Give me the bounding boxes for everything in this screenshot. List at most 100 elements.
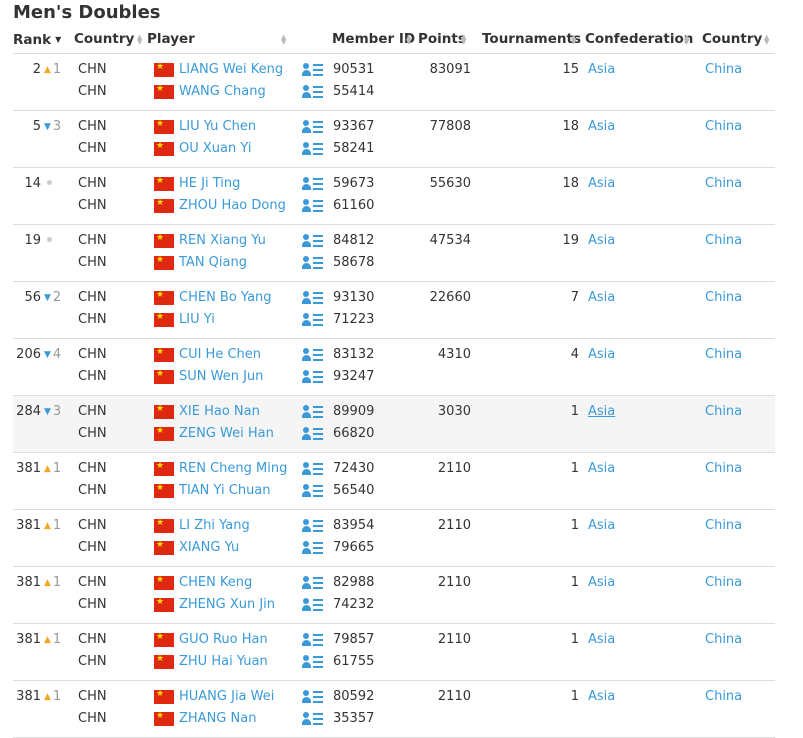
confederation-link[interactable]: Asia: [588, 347, 615, 363]
header-country[interactable]: Country: [74, 27, 134, 52]
country-link[interactable]: China: [705, 233, 742, 249]
player-name-link[interactable]: LIU Yu Chen: [179, 119, 256, 135]
player-name-link[interactable]: TAN Qiang: [179, 255, 247, 271]
player-profile-icon[interactable]: [302, 142, 324, 156]
confederation-link[interactable]: Asia: [588, 290, 615, 306]
player-profile-icon[interactable]: [302, 199, 324, 213]
sort-down-icon[interactable]: ▼: [281, 39, 286, 46]
player-name-link[interactable]: REN Cheng Ming: [179, 461, 287, 477]
player-name-link[interactable]: XIE Hao Nan: [179, 404, 260, 420]
header-points[interactable]: Points: [418, 27, 466, 52]
player-profile-icon[interactable]: [302, 519, 324, 533]
points-value: 2110: [437, 632, 471, 647]
player-profile-icon[interactable]: [302, 576, 324, 590]
player-name-link[interactable]: CHEN Bo Yang: [179, 290, 272, 306]
country-link[interactable]: China: [705, 575, 742, 591]
country-link[interactable]: China: [705, 461, 742, 477]
points-value: 2110: [437, 518, 471, 533]
sort-down-icon[interactable]: ▼: [461, 39, 466, 46]
player-profile-icon[interactable]: [302, 256, 324, 270]
player-name-link[interactable]: CUI He Chen: [179, 347, 261, 363]
confederation-link[interactable]: Asia: [588, 404, 615, 420]
player-profile-icon[interactable]: [302, 633, 324, 647]
player-profile-icon[interactable]: [302, 234, 324, 248]
points-value: 2110: [437, 689, 471, 704]
confederation-link[interactable]: Asia: [588, 632, 615, 648]
country-link[interactable]: China: [705, 176, 742, 192]
country-link[interactable]: China: [705, 518, 742, 534]
member-id: 93130: [333, 290, 375, 305]
player-country-code: CHN: [78, 540, 107, 555]
header-country-2[interactable]: Country: [702, 27, 762, 52]
player-profile-icon[interactable]: [302, 655, 324, 669]
player-profile-icon[interactable]: [302, 690, 324, 704]
country-link[interactable]: China: [705, 347, 742, 363]
player-name-link[interactable]: LIANG Wei Keng: [179, 62, 283, 78]
player-name-link[interactable]: LIU Yi: [179, 312, 215, 328]
player-name-link[interactable]: ZENG Wei Han: [179, 426, 274, 442]
tournaments-value: 18: [562, 176, 579, 191]
player-profile-icon[interactable]: [302, 712, 324, 726]
china-flag-icon: ★: [154, 462, 174, 476]
country-link[interactable]: China: [705, 632, 742, 648]
player-profile-icon[interactable]: [302, 405, 324, 419]
player-profile-icon[interactable]: [302, 427, 324, 441]
confederation-link[interactable]: Asia: [588, 461, 615, 477]
player-country-code: CHN: [78, 711, 107, 726]
player-name-link[interactable]: ZHOU Hao Dong: [179, 198, 286, 214]
player-name-link[interactable]: ZHU Hai Yuan: [179, 654, 268, 670]
sort-down-icon[interactable]: ▼: [764, 39, 769, 46]
table-row: 5 ▼ 3 CHN ★ LIU Yu Chen 93367 CHN ★ OU Xuan Yi 582…: [13, 111, 775, 168]
country-link[interactable]: China: [705, 404, 742, 420]
sort-down-icon[interactable]: ▼: [684, 39, 689, 46]
confederation-link[interactable]: Asia: [588, 119, 615, 135]
player-name-link[interactable]: LI Zhi Yang: [179, 518, 250, 534]
header-player-label: Player: [147, 31, 195, 47]
player-profile-icon[interactable]: [302, 313, 324, 327]
confederation-link[interactable]: Asia: [588, 176, 615, 192]
player-name-link[interactable]: TIAN Yi Chuan: [179, 483, 271, 499]
member-id: 84812: [333, 233, 375, 248]
header-tournaments[interactable]: Tournaments: [482, 27, 581, 52]
country-link[interactable]: China: [705, 290, 742, 306]
header-confederation[interactable]: Confederation: [585, 27, 693, 52]
player-profile-icon[interactable]: [302, 177, 324, 191]
player-name-link[interactable]: WANG Chang: [179, 84, 266, 100]
china-flag-icon: ★: [154, 291, 174, 305]
player-name-link[interactable]: CHEN Keng: [179, 575, 252, 591]
player-name-link[interactable]: ZHANG Nan: [179, 711, 256, 727]
player-name-link[interactable]: ZHENG Xun Jin: [179, 597, 275, 613]
confederation-link[interactable]: Asia: [588, 233, 615, 249]
header-player[interactable]: Player: [147, 27, 195, 52]
player-profile-icon[interactable]: [302, 348, 324, 362]
confederation-link[interactable]: Asia: [588, 575, 615, 591]
player-profile-icon[interactable]: [302, 291, 324, 305]
player-name-link[interactable]: REN Xiang Yu: [179, 233, 266, 249]
header-member-id[interactable]: Member ID: [332, 27, 415, 52]
player-profile-icon[interactable]: [302, 120, 324, 134]
country-link[interactable]: China: [705, 119, 742, 135]
sort-down-icon[interactable]: ▼: [137, 39, 142, 46]
player-name-link[interactable]: SUN Wen Jun: [179, 369, 263, 385]
player-profile-icon[interactable]: [302, 370, 324, 384]
player-profile-icon[interactable]: [302, 484, 324, 498]
player-name-link[interactable]: GUO Ruo Han: [179, 632, 268, 648]
player-profile-icon[interactable]: [302, 541, 324, 555]
country-link[interactable]: China: [705, 62, 742, 78]
player-profile-icon[interactable]: [302, 63, 324, 77]
confederation-link[interactable]: Asia: [588, 518, 615, 534]
player-name-link[interactable]: XIANG Yu: [179, 540, 239, 556]
player-profile-icon[interactable]: [302, 598, 324, 612]
header-rank[interactable]: Rank ▼: [13, 27, 61, 52]
country-link[interactable]: China: [705, 689, 742, 705]
player-profile-icon[interactable]: [302, 85, 324, 99]
confederation-link[interactable]: Asia: [588, 689, 615, 705]
player-name-link[interactable]: OU Xuan Yi: [179, 141, 251, 157]
player-profile-icon[interactable]: [302, 462, 324, 476]
player-name-link[interactable]: HUANG Jia Wei: [179, 689, 274, 705]
sort-down-icon[interactable]: ▼: [571, 39, 576, 46]
member-id: 58678: [333, 255, 375, 270]
player-name-link[interactable]: HE Ji Ting: [179, 176, 240, 192]
sort-down-icon[interactable]: ▼: [406, 39, 411, 46]
confederation-link[interactable]: Asia: [588, 62, 615, 78]
